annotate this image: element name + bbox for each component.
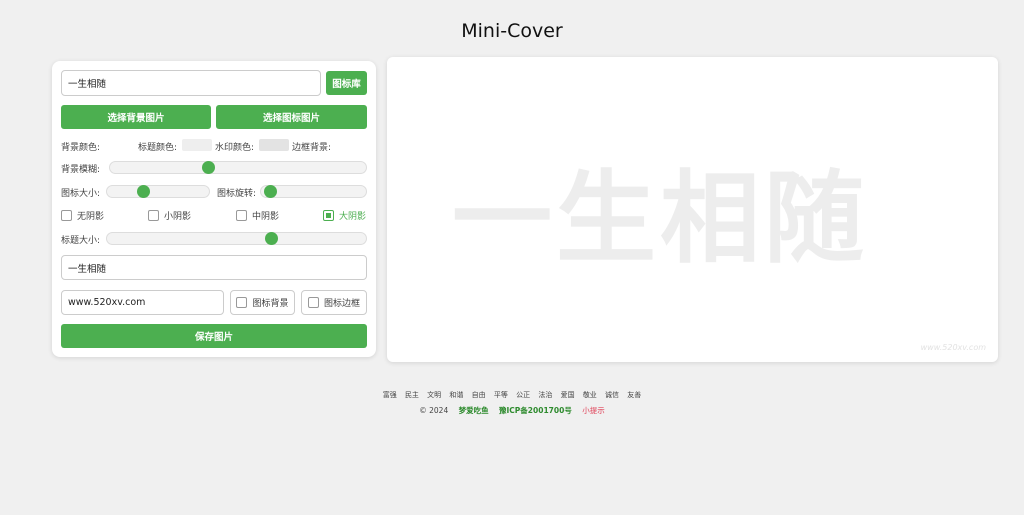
core-value: 民主 [404, 391, 419, 399]
tip-link[interactable]: 小提示 [582, 406, 605, 415]
site-name-link[interactable]: 梦爱吃鱼 [459, 406, 489, 415]
icon-size-slider[interactable] [106, 185, 210, 198]
core-value: 平等 [493, 391, 508, 399]
icon-search-input[interactable]: 一生相随 [61, 70, 321, 96]
border-bg-label: 边框背景: [292, 143, 332, 153]
copyright-text: © 2024 [419, 406, 449, 415]
icon-size-label: 图标大小: [61, 189, 101, 199]
checkbox-icon[interactable] [148, 210, 159, 221]
choose-background-button[interactable]: 选择背景图片 [61, 105, 211, 129]
shadow-medium-label: 中阴影 [252, 212, 280, 222]
icon-library-button[interactable]: 图标库 [326, 71, 367, 95]
shadow-small-label: 小阴影 [164, 212, 192, 222]
icon-background-label: 图标背景 [252, 299, 289, 309]
title-color-picker[interactable] [182, 139, 212, 151]
shadow-none-option[interactable]: 无阴影 [61, 209, 104, 222]
checkbox-icon[interactable] [61, 210, 72, 221]
core-value: 友善 [627, 391, 642, 399]
watermark-url-input[interactable]: www.520xv.com [61, 290, 224, 315]
icon-size-knob[interactable] [137, 185, 150, 198]
core-values-line: 富强 民主 文明 和谐 自由 平等 公正 法治 爱国 敬业 诚信 友善 [0, 390, 1024, 400]
icon-rotate-knob[interactable] [264, 185, 277, 198]
shadow-large-option[interactable]: 大阴影 [323, 209, 366, 222]
bg-color-picker[interactable] [104, 139, 134, 151]
title-size-knob[interactable] [265, 232, 278, 245]
icon-rotate-label: 图标旋转: [217, 189, 257, 199]
icon-border-label: 图标边框 [323, 299, 360, 309]
icon-rotate-slider[interactable] [260, 185, 367, 198]
core-value: 和谐 [449, 391, 464, 399]
app-title: Mini-Cover [461, 20, 563, 42]
checkbox-icon[interactable] [307, 297, 319, 308]
bg-blur-slider[interactable] [109, 161, 367, 174]
title-size-label: 标题大小: [61, 236, 101, 246]
preview-title-text: 一生相随 [452, 160, 868, 277]
preview-watermark-url: www.520xv.com [920, 343, 986, 352]
cover-preview: 一生相随 www.520xv.com [387, 57, 998, 362]
control-panel: 一生相随 图标库 选择背景图片 选择图标图片 背景颜色: 标题颜色: 水印颜色:… [52, 61, 376, 357]
core-value: 自由 [471, 391, 486, 399]
core-value: 公正 [516, 391, 531, 399]
core-value: 敬业 [582, 391, 597, 399]
icon-border-toggle[interactable]: 图标边框 [301, 290, 367, 315]
title-size-slider[interactable] [106, 232, 367, 245]
watermark-color-label: 水印颜色: [215, 143, 255, 153]
save-image-button[interactable]: 保存图片 [61, 324, 367, 348]
core-value: 文明 [427, 391, 442, 399]
shadow-none-label: 无阴影 [77, 212, 105, 222]
icon-background-toggle[interactable]: 图标背景 [230, 290, 295, 315]
title-color-label: 标题颜色: [138, 143, 178, 153]
core-value: 法治 [538, 391, 553, 399]
core-value: 诚信 [605, 391, 620, 399]
checkbox-icon[interactable] [236, 297, 248, 308]
choose-icon-button[interactable]: 选择图标图片 [216, 105, 367, 129]
bg-blur-knob[interactable] [202, 161, 215, 174]
title-text-input[interactable]: 一生相随 [61, 255, 367, 280]
border-bg-picker[interactable] [335, 139, 365, 151]
checkbox-icon[interactable] [236, 210, 247, 221]
bg-color-label: 背景颜色: [61, 143, 101, 153]
shadow-small-option[interactable]: 小阴影 [148, 209, 191, 222]
watermark-color-picker[interactable] [259, 139, 289, 151]
checkbox-checked-icon[interactable] [323, 210, 334, 221]
footer-copyright-line: © 2024 梦爱吃鱼 豫ICP备2001700号 小提示 [0, 405, 1024, 416]
shadow-large-label: 大阴影 [339, 212, 367, 222]
shadow-medium-option[interactable]: 中阴影 [236, 209, 279, 222]
core-value: 富强 [382, 391, 397, 399]
icp-link[interactable]: 豫ICP备2001700号 [499, 406, 572, 415]
core-value: 爱国 [560, 391, 575, 399]
bg-blur-label: 背景模糊: [61, 165, 101, 175]
